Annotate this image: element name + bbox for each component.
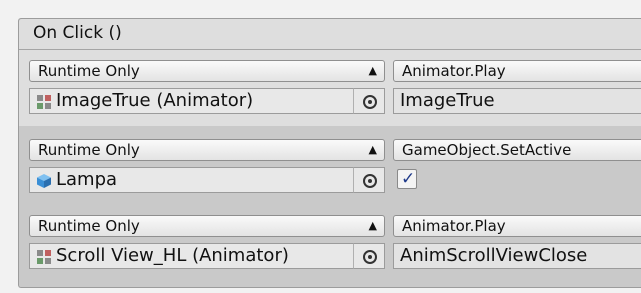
checkmark-icon: ✓ bbox=[401, 169, 416, 189]
object-picker-button[interactable] bbox=[353, 243, 385, 269]
target-object-name: ImageTrue (Animator) bbox=[56, 90, 254, 111]
target-object-name: Lampa bbox=[56, 169, 118, 190]
function-dropdown[interactable]: Animator.Play bbox=[393, 215, 641, 237]
animator-icon bbox=[37, 95, 51, 109]
event-title: On Click () bbox=[33, 23, 122, 43]
event-listener-entry[interactable]: Runtime Only ▲ Animator.Play Scroll View… bbox=[19, 205, 641, 281]
dropdown-arrows-icon: ▲ bbox=[368, 64, 377, 77]
argument-value: AnimScrollViewClose bbox=[400, 245, 588, 266]
dropdown-arrows-icon: ▲ bbox=[368, 143, 377, 156]
target-object-field[interactable]: ImageTrue (Animator) bbox=[29, 88, 354, 114]
gameobject-cube-icon bbox=[37, 174, 51, 188]
object-picker-icon bbox=[363, 95, 377, 109]
target-object-field[interactable]: Lampa bbox=[29, 167, 354, 193]
runtime-mode-label: Runtime Only bbox=[38, 217, 140, 235]
argument-field[interactable]: AnimScrollViewClose bbox=[393, 243, 641, 269]
on-click-event-panel: On Click () Runtime Only ▲ Animator.Play… bbox=[18, 18, 641, 288]
dropdown-arrows-icon: ▲ bbox=[368, 219, 377, 232]
object-picker-icon bbox=[363, 250, 377, 264]
runtime-mode-dropdown[interactable]: Runtime Only ▲ bbox=[29, 139, 385, 161]
argument-value: ImageTrue bbox=[400, 90, 495, 111]
argument-field[interactable]: ImageTrue bbox=[393, 88, 641, 114]
function-label: Animator.Play bbox=[402, 62, 506, 80]
target-object-field[interactable]: Scroll View_HL (Animator) bbox=[29, 243, 354, 269]
runtime-mode-label: Runtime Only bbox=[38, 62, 140, 80]
runtime-mode-label: Runtime Only bbox=[38, 141, 140, 159]
target-object-name: Scroll View_HL (Animator) bbox=[56, 245, 289, 266]
function-label: GameObject.SetActive bbox=[402, 141, 572, 159]
object-picker-button[interactable] bbox=[353, 167, 385, 193]
runtime-mode-dropdown[interactable]: Runtime Only ▲ bbox=[29, 60, 385, 82]
object-picker-button[interactable] bbox=[353, 88, 385, 114]
function-label: Animator.Play bbox=[402, 217, 506, 235]
event-header: On Click () bbox=[19, 19, 641, 50]
event-listener-entry[interactable]: Runtime Only ▲ GameObject.SetActive Lamp… bbox=[19, 129, 641, 205]
set-active-checkbox[interactable]: ✓ bbox=[397, 169, 417, 189]
event-listener-entry[interactable]: Runtime Only ▲ Animator.Play ImageTrue (… bbox=[19, 50, 641, 126]
animator-icon bbox=[37, 250, 51, 264]
object-picker-icon bbox=[363, 174, 377, 188]
function-dropdown[interactable]: GameObject.SetActive bbox=[393, 139, 641, 161]
function-dropdown[interactable]: Animator.Play bbox=[393, 60, 641, 82]
runtime-mode-dropdown[interactable]: Runtime Only ▲ bbox=[29, 215, 385, 237]
